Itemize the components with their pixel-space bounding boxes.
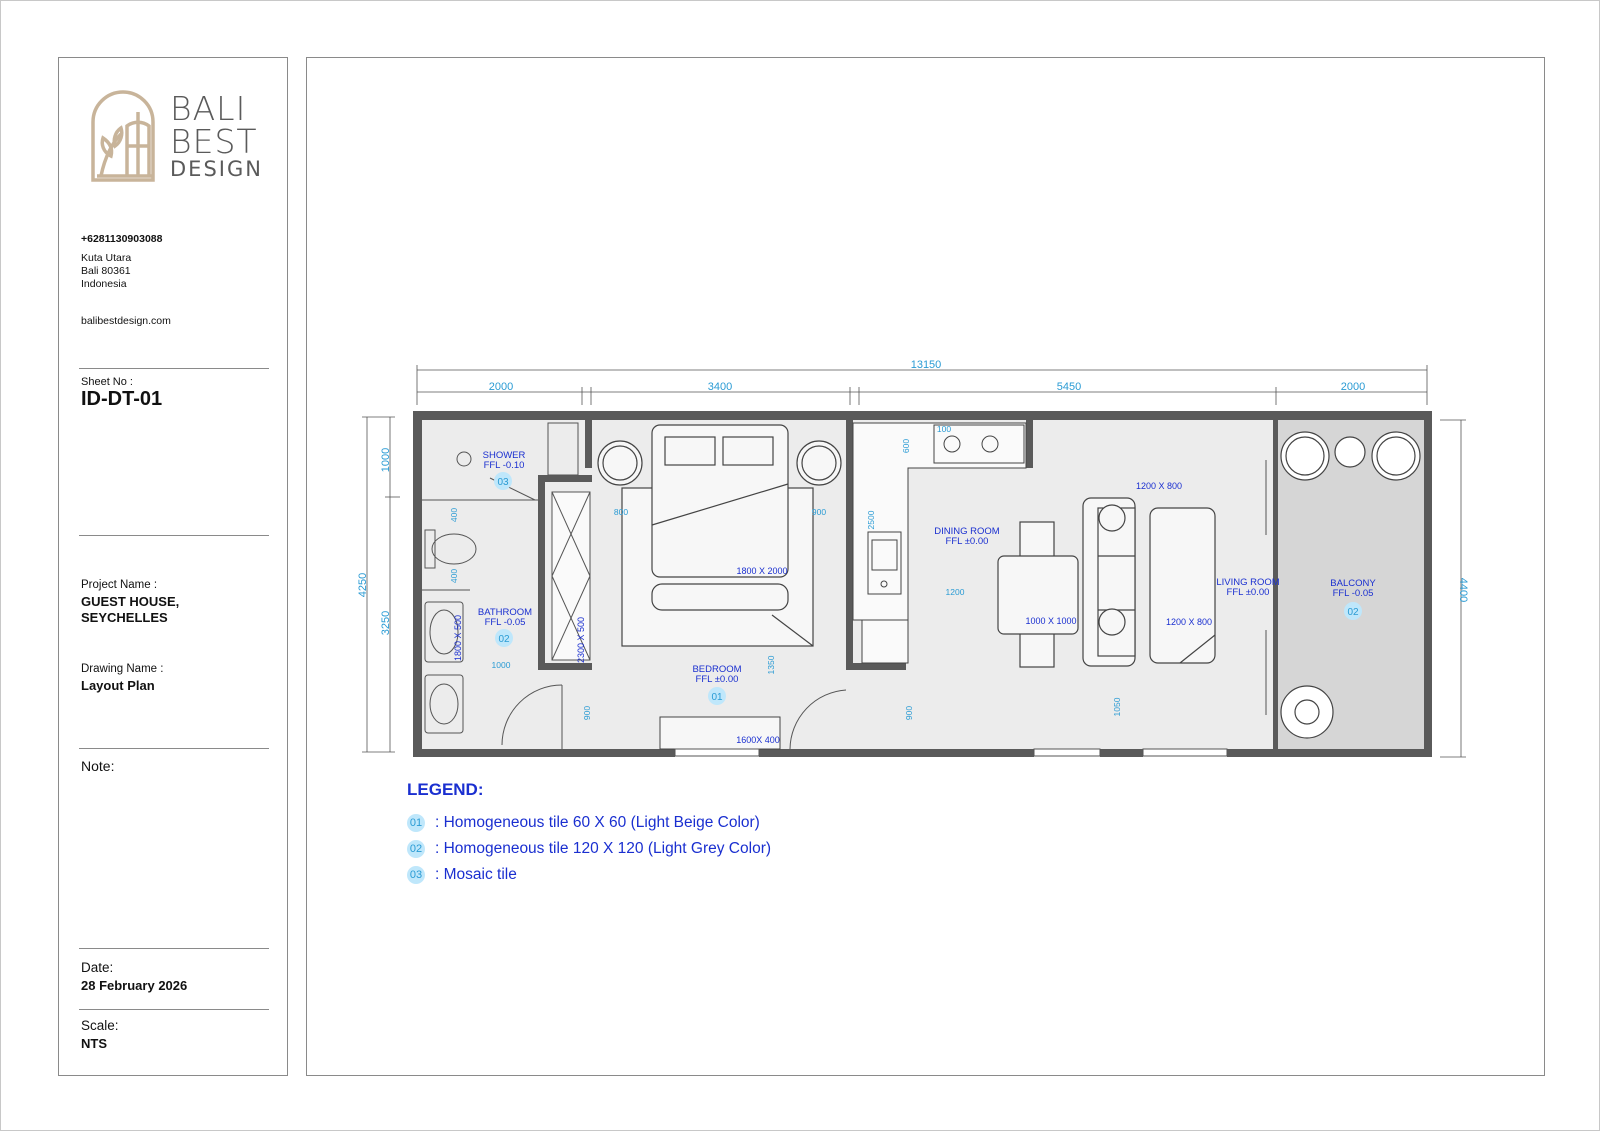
sofa-size: 1200 X 800 xyxy=(1136,481,1182,491)
legend-item: 02 : Homogeneous tile 120 X 120 (Light G… xyxy=(407,836,771,862)
shower-ffl: FFL -0.10 xyxy=(484,460,525,471)
dim-kitchen-top2: 100 xyxy=(937,424,951,434)
tag-balcony-text: 02 xyxy=(1347,607,1359,618)
dim-wc-clear2: 400 xyxy=(449,569,459,583)
bed-size: 1800 X 2000 xyxy=(736,566,787,576)
bathroom-ffl: FFL -0.05 xyxy=(485,617,526,628)
dining-table-size: 1000 X 1000 xyxy=(1025,616,1076,626)
floor-plan: 13150 2000 3400 5450 2000 4250 1000 3250… xyxy=(357,359,1469,758)
tag-shower-text: 03 xyxy=(497,477,509,488)
tag-bathroom-text: 02 xyxy=(498,634,510,645)
dim-balcony-width: 2000 xyxy=(1341,381,1365,393)
tag-bedroom-text: 01 xyxy=(711,692,723,703)
dim-bedroom-width: 3400 xyxy=(708,381,732,393)
vanity-size: 1800 X 500 xyxy=(453,615,463,661)
legend-text: : Homogeneous tile 60 X 60 (Light Beige … xyxy=(435,814,760,831)
dim-kitchen-side: 2500 xyxy=(866,510,876,529)
legend: LEGEND: 01 : Homogeneous tile 60 X 60 (L… xyxy=(407,780,771,888)
coffee-table-size: 1200 X 800 xyxy=(1166,617,1212,627)
legend-item: 03 : Mosaic tile xyxy=(407,862,771,888)
legend-tag: 01 xyxy=(407,814,425,832)
legend-item: 01 : Homogeneous tile 60 X 60 (Light Bei… xyxy=(407,810,771,836)
legend-tag: 03 xyxy=(407,866,425,884)
dining-ffl: FFL ±0.00 xyxy=(946,536,989,547)
dim-kitchen-top: 600 xyxy=(901,439,911,453)
dim-bath-door: 900 xyxy=(582,706,592,720)
bedroom-ffl: FFL ±0.00 xyxy=(696,674,739,685)
living-ffl: FFL ±0.00 xyxy=(1227,587,1270,598)
dim-shower-depth: 1000 xyxy=(380,448,392,472)
dim-living-front: 1050 xyxy=(1112,697,1122,716)
dim-bed-foot: 1350 xyxy=(766,655,776,674)
bench-size: 1600X 400 xyxy=(736,735,780,745)
dim-bathroom-depth: 3250 xyxy=(380,611,392,635)
legend-text: : Mosaic tile xyxy=(435,866,517,883)
dim-wc-clear1: 400 xyxy=(449,508,459,522)
dim-bathroom-width: 2000 xyxy=(489,381,513,393)
dim-dining-clear: 1200 xyxy=(946,587,965,597)
legend-title: LEGEND: xyxy=(407,780,484,799)
legend-tag: 02 xyxy=(407,840,425,858)
wardrobe-size: 2300 X 500 xyxy=(576,617,586,663)
dim-bed-side-left: 800 xyxy=(614,507,628,517)
balcony-ffl: FFL -0.05 xyxy=(1333,588,1374,599)
dim-bath-clear: 1000 xyxy=(492,660,511,670)
legend-text: : Homogeneous tile 120 X 120 (Light Grey… xyxy=(435,840,772,857)
dim-living-width: 5450 xyxy=(1057,381,1081,393)
dim-living-door: 900 xyxy=(904,706,914,720)
dim-bed-side-right: 900 xyxy=(812,507,826,517)
dim-balcony-depth: 4400 xyxy=(1457,578,1469,602)
dim-overall-width: 13150 xyxy=(911,359,942,371)
dim-overall-depth: 4250 xyxy=(357,573,369,597)
